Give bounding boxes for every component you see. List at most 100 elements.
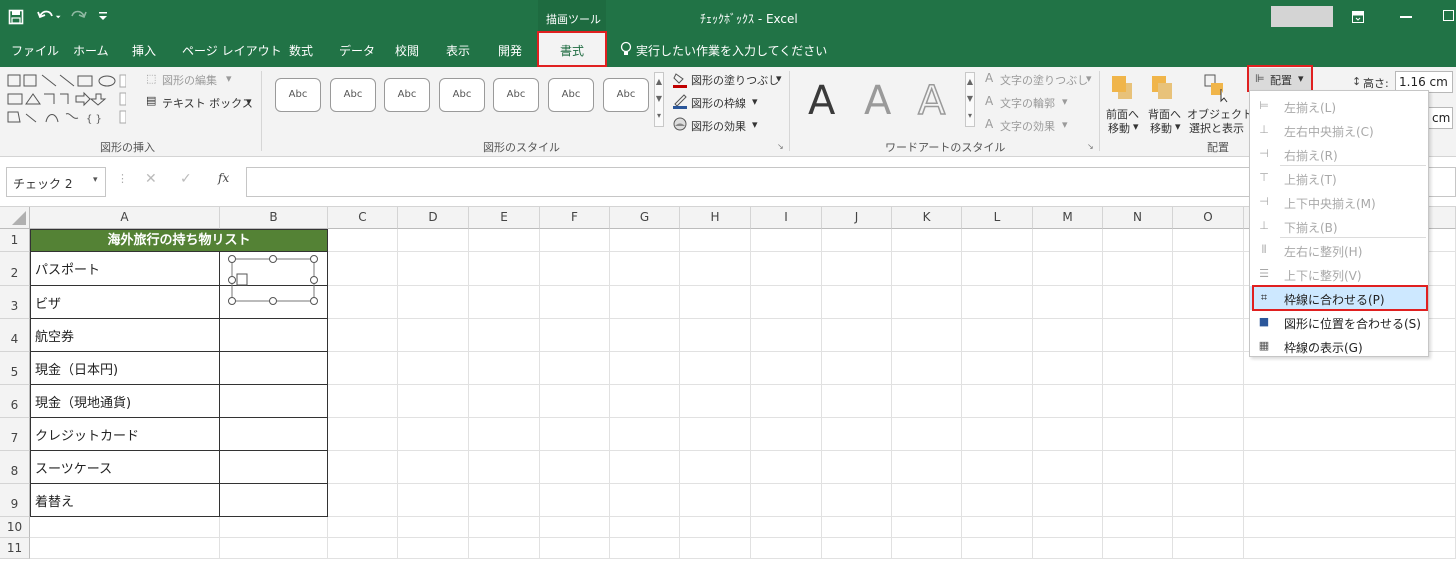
cell[interactable] [1244, 484, 1456, 517]
column-header-b[interactable]: B [220, 207, 328, 229]
cell[interactable] [822, 319, 892, 352]
cell[interactable] [398, 484, 469, 517]
cell[interactable] [610, 352, 680, 385]
shape-style-preset[interactable]: Abc [384, 78, 430, 112]
cell[interactable] [1173, 286, 1244, 319]
cell[interactable] [1103, 538, 1173, 559]
cell[interactable] [610, 229, 680, 252]
cell[interactable] [540, 418, 610, 451]
shape-style-scroll[interactable]: ▲ ▼ ▾ [654, 72, 664, 127]
cell[interactable] [822, 286, 892, 319]
cell[interactable] [328, 286, 398, 319]
cell[interactable] [30, 538, 220, 559]
cell[interactable] [822, 418, 892, 451]
send-backward-label-2[interactable]: 移動 [1150, 120, 1172, 136]
cell[interactable] [220, 538, 328, 559]
cell[interactable] [1103, 286, 1173, 319]
cell[interactable] [822, 451, 892, 484]
cell[interactable] [962, 286, 1033, 319]
cell[interactable] [328, 229, 398, 252]
checklist-item-cell[interactable]: 着替え [30, 484, 220, 517]
cell[interactable] [610, 538, 680, 559]
maximize-icon[interactable] [1443, 10, 1454, 21]
cell[interactable] [469, 418, 540, 451]
cell[interactable] [962, 538, 1033, 559]
cell[interactable] [822, 484, 892, 517]
checkbox-cell[interactable] [220, 418, 328, 451]
cell[interactable] [892, 484, 962, 517]
customize-icon[interactable] [98, 9, 108, 23]
cell[interactable] [751, 252, 822, 286]
cell[interactable] [610, 252, 680, 286]
cell[interactable] [892, 229, 962, 252]
cell[interactable] [610, 451, 680, 484]
selection-pane-label-2[interactable]: 選択と表示 [1189, 120, 1244, 136]
dialog-launcher-icon[interactable]: ↘ [1087, 142, 1094, 151]
shape-style-preset[interactable]: Abc [275, 78, 321, 112]
cell[interactable] [469, 517, 540, 538]
cell[interactable] [680, 286, 751, 319]
column-header-d[interactable]: D [398, 207, 469, 229]
cell[interactable] [469, 319, 540, 352]
cell[interactable] [1103, 418, 1173, 451]
cell[interactable] [469, 252, 540, 286]
cell[interactable] [822, 538, 892, 559]
cell[interactable] [1103, 319, 1173, 352]
cell[interactable] [1033, 484, 1103, 517]
row-header[interactable]: 11 [0, 538, 30, 559]
cell[interactable] [680, 538, 751, 559]
cell[interactable] [962, 451, 1033, 484]
cell[interactable] [822, 229, 892, 252]
cell[interactable] [469, 286, 540, 319]
cell[interactable] [1173, 252, 1244, 286]
cell[interactable] [1244, 538, 1456, 559]
shape-gallery[interactable]: { } [6, 72, 127, 127]
cell[interactable] [1173, 538, 1244, 559]
cell[interactable] [751, 385, 822, 418]
row-header[interactable]: 10 [0, 517, 30, 538]
cell[interactable] [1033, 418, 1103, 451]
column-header-n[interactable]: N [1103, 207, 1173, 229]
row-header[interactable]: 9 [0, 484, 30, 517]
cell[interactable] [1103, 229, 1173, 252]
undo-icon[interactable] [35, 7, 63, 27]
cell[interactable] [962, 229, 1033, 252]
cell[interactable] [398, 385, 469, 418]
cell[interactable] [328, 517, 398, 538]
cell[interactable] [398, 252, 469, 286]
column-header-m[interactable]: M [1033, 207, 1103, 229]
cell[interactable] [469, 385, 540, 418]
cell[interactable] [610, 319, 680, 352]
account-box[interactable] [1271, 6, 1333, 27]
column-header-g[interactable]: G [610, 207, 680, 229]
cell[interactable] [892, 385, 962, 418]
cell[interactable] [328, 319, 398, 352]
cell[interactable] [1033, 451, 1103, 484]
cell[interactable] [328, 538, 398, 559]
row-header[interactable]: 5 [0, 352, 30, 385]
cell[interactable] [680, 385, 751, 418]
column-header-h[interactable]: H [680, 207, 751, 229]
cell[interactable] [540, 286, 610, 319]
cell[interactable] [610, 286, 680, 319]
wordart-style-gray[interactable]: A [864, 77, 891, 125]
cell[interactable] [680, 229, 751, 252]
shape-style-preset[interactable]: Abc [439, 78, 485, 112]
cell[interactable] [540, 385, 610, 418]
select-all-corner[interactable] [0, 207, 30, 229]
checkbox-cell[interactable] [220, 484, 328, 517]
cell[interactable] [680, 252, 751, 286]
wordart-scroll[interactable]: ▲ ▼ ▾ [965, 72, 975, 127]
cell[interactable] [751, 517, 822, 538]
cell[interactable] [962, 252, 1033, 286]
tab-view[interactable]: 表示 [446, 42, 470, 59]
name-box[interactable]: チェック 2 ▾ [6, 167, 106, 197]
cell[interactable] [1244, 517, 1456, 538]
shape-style-preset[interactable]: Abc [330, 78, 376, 112]
cell[interactable] [680, 517, 751, 538]
cell[interactable] [962, 352, 1033, 385]
tab-home[interactable]: ホーム [73, 42, 109, 59]
list-header-cell[interactable]: 海外旅行の持ち物リスト [30, 229, 328, 252]
cell[interactable] [822, 385, 892, 418]
cell[interactable] [398, 286, 469, 319]
